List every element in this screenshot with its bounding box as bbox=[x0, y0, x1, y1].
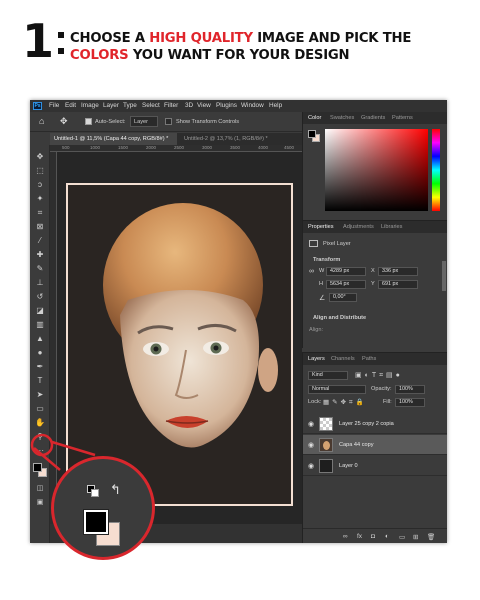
color-swatch-zoom-callout: ↰ bbox=[51, 456, 155, 560]
zoomed-foreground-swatch[interactable] bbox=[84, 510, 108, 534]
swap-colors-icon[interactable]: ↰ bbox=[110, 483, 121, 498]
color-panel-foreground-swatch[interactable] bbox=[308, 130, 316, 138]
foreground-color-swatch[interactable] bbox=[33, 463, 42, 472]
default-colors-icon[interactable] bbox=[87, 485, 99, 497]
